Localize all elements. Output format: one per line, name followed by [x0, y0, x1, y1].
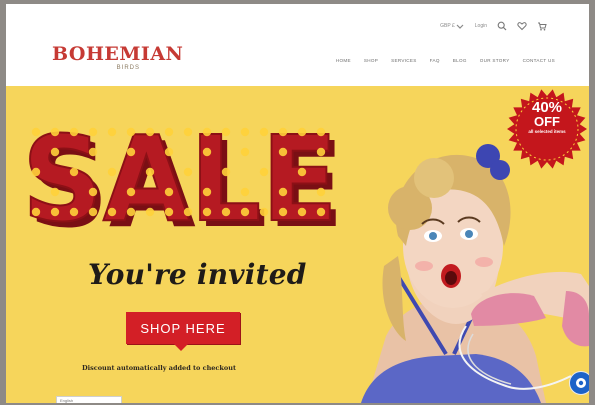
chat-icon — [576, 378, 586, 388]
shop-here-button[interactable]: SHOP HERE — [126, 312, 240, 351]
shop-here-label: SHOP HERE — [140, 320, 226, 336]
marquee-bulb — [145, 207, 155, 217]
marquee-bulb — [126, 147, 136, 157]
heart-icon[interactable] — [517, 21, 527, 31]
login-link[interactable]: Login — [475, 23, 487, 29]
marquee-bulb — [297, 207, 307, 217]
marquee-bulb — [259, 207, 269, 217]
marquee-bulb — [202, 207, 212, 217]
logo-subtitle: BIRDS — [116, 65, 140, 71]
marquee-bulb — [164, 207, 174, 217]
marquee-bulb — [107, 127, 117, 137]
marquee-bulb — [31, 127, 41, 137]
marquee-bulb — [50, 127, 60, 137]
site-header: GBP £ Login BOHEMIAN BIRDS HOME SHOP SER… — [6, 4, 589, 87]
nav-item-services[interactable]: SERVICES — [391, 58, 417, 63]
hero-banner[interactable]: SALE SALE You're invited SHOP HERE Disco… — [6, 86, 589, 403]
hero-artwork: SALE SALE — [21, 109, 589, 403]
discount-badge: 40% OFF all selected items — [506, 86, 588, 172]
marquee-bulb — [107, 167, 117, 177]
marquee-bulb — [316, 187, 326, 197]
marquee-bulb — [50, 207, 60, 217]
chat-widget-button[interactable] — [569, 371, 589, 395]
sale-text: SALE — [22, 110, 338, 248]
marquee-bulb — [240, 187, 250, 197]
marquee-bulb — [278, 147, 288, 157]
marquee-bulb — [278, 127, 288, 137]
marquee-bulb — [202, 147, 212, 157]
marquee-bulb — [126, 207, 136, 217]
nav-item-shop[interactable]: SHOP — [364, 58, 378, 63]
marquee-bulb — [164, 147, 174, 157]
marquee-bulb — [88, 207, 98, 217]
discount-note: Discount automatically added to checkout — [82, 364, 236, 372]
search-icon[interactable] — [497, 21, 507, 31]
logo-wordmark: BOHEMIAN — [52, 43, 184, 65]
badge-off: OFF — [534, 114, 560, 129]
marquee-bulb — [259, 127, 269, 137]
marquee-bulb — [145, 167, 155, 177]
marquee-bulb — [183, 127, 193, 137]
marquee-bulb — [164, 187, 174, 197]
marquee-bulb — [202, 127, 212, 137]
marquee-bulb — [31, 167, 41, 177]
badge-text: 40% OFF all selected items — [506, 100, 588, 134]
currency-label: GBP £ — [440, 23, 455, 29]
marquee-bulb — [316, 147, 326, 157]
marquee-bulb — [221, 127, 231, 137]
sale-marquee: SALE SALE — [21, 109, 344, 254]
marquee-bulb — [107, 207, 117, 217]
site-logo[interactable]: BOHEMIAN BIRDS — [52, 43, 184, 72]
marquee-bulb — [240, 127, 250, 137]
cart-icon[interactable] — [537, 21, 547, 31]
marquee-bulb — [278, 187, 288, 197]
nav-item-home[interactable]: HOME — [336, 58, 351, 63]
marquee-bulb — [297, 127, 307, 137]
nav-item-faq[interactable]: FAQ — [430, 58, 440, 63]
chevron-down-icon — [456, 24, 464, 29]
badge-subtext: all selected items — [528, 129, 566, 134]
invite-heading: You're invited — [88, 258, 307, 291]
nav-item-our-story[interactable]: OUR STORY — [480, 58, 510, 63]
marquee-bulb — [278, 207, 288, 217]
marquee-bulb — [164, 127, 174, 137]
marquee-bulb — [50, 147, 60, 157]
marquee-bulb — [221, 167, 231, 177]
marquee-bulb — [202, 187, 212, 197]
main-nav: HOME SHOP SERVICES FAQ BLOG OUR STORY CO… — [336, 58, 555, 63]
marquee-bulb — [240, 207, 250, 217]
marquee-bulb — [126, 127, 136, 137]
marquee-bulb — [183, 207, 193, 217]
marquee-bulb — [221, 207, 231, 217]
marquee-bulb — [88, 147, 98, 157]
nav-item-contact-us[interactable]: CONTACT US — [523, 58, 555, 63]
marquee-bulb — [126, 187, 136, 197]
marquee-bulb — [69, 207, 79, 217]
marquee-bulb — [240, 147, 250, 157]
marquee-bulb — [69, 127, 79, 137]
language-label: English — [60, 398, 74, 403]
nav-item-blog[interactable]: BLOG — [453, 58, 467, 63]
marquee-bulb — [316, 127, 326, 137]
marquee-bulb — [297, 167, 307, 177]
button-pointer — [174, 344, 188, 351]
marquee-bulb — [69, 167, 79, 177]
marquee-bulb — [50, 187, 60, 197]
model-photo — [361, 144, 589, 403]
marquee-bulb — [88, 187, 98, 197]
browser-frame: GBP £ Login BOHEMIAN BIRDS HOME SHOP SER… — [6, 4, 589, 403]
marquee-bulb — [259, 167, 269, 177]
marquee-bulb — [31, 207, 41, 217]
badge-percent: 40% — [531, 99, 563, 116]
marquee-bulb — [88, 127, 98, 137]
marquee-bulb — [183, 167, 193, 177]
marquee-bulb — [145, 127, 155, 137]
utility-bar: GBP £ Login — [440, 21, 547, 31]
currency-selector[interactable]: GBP £ — [440, 21, 465, 31]
language-selector[interactable]: English — [56, 396, 122, 403]
marquee-bulb — [316, 207, 326, 217]
